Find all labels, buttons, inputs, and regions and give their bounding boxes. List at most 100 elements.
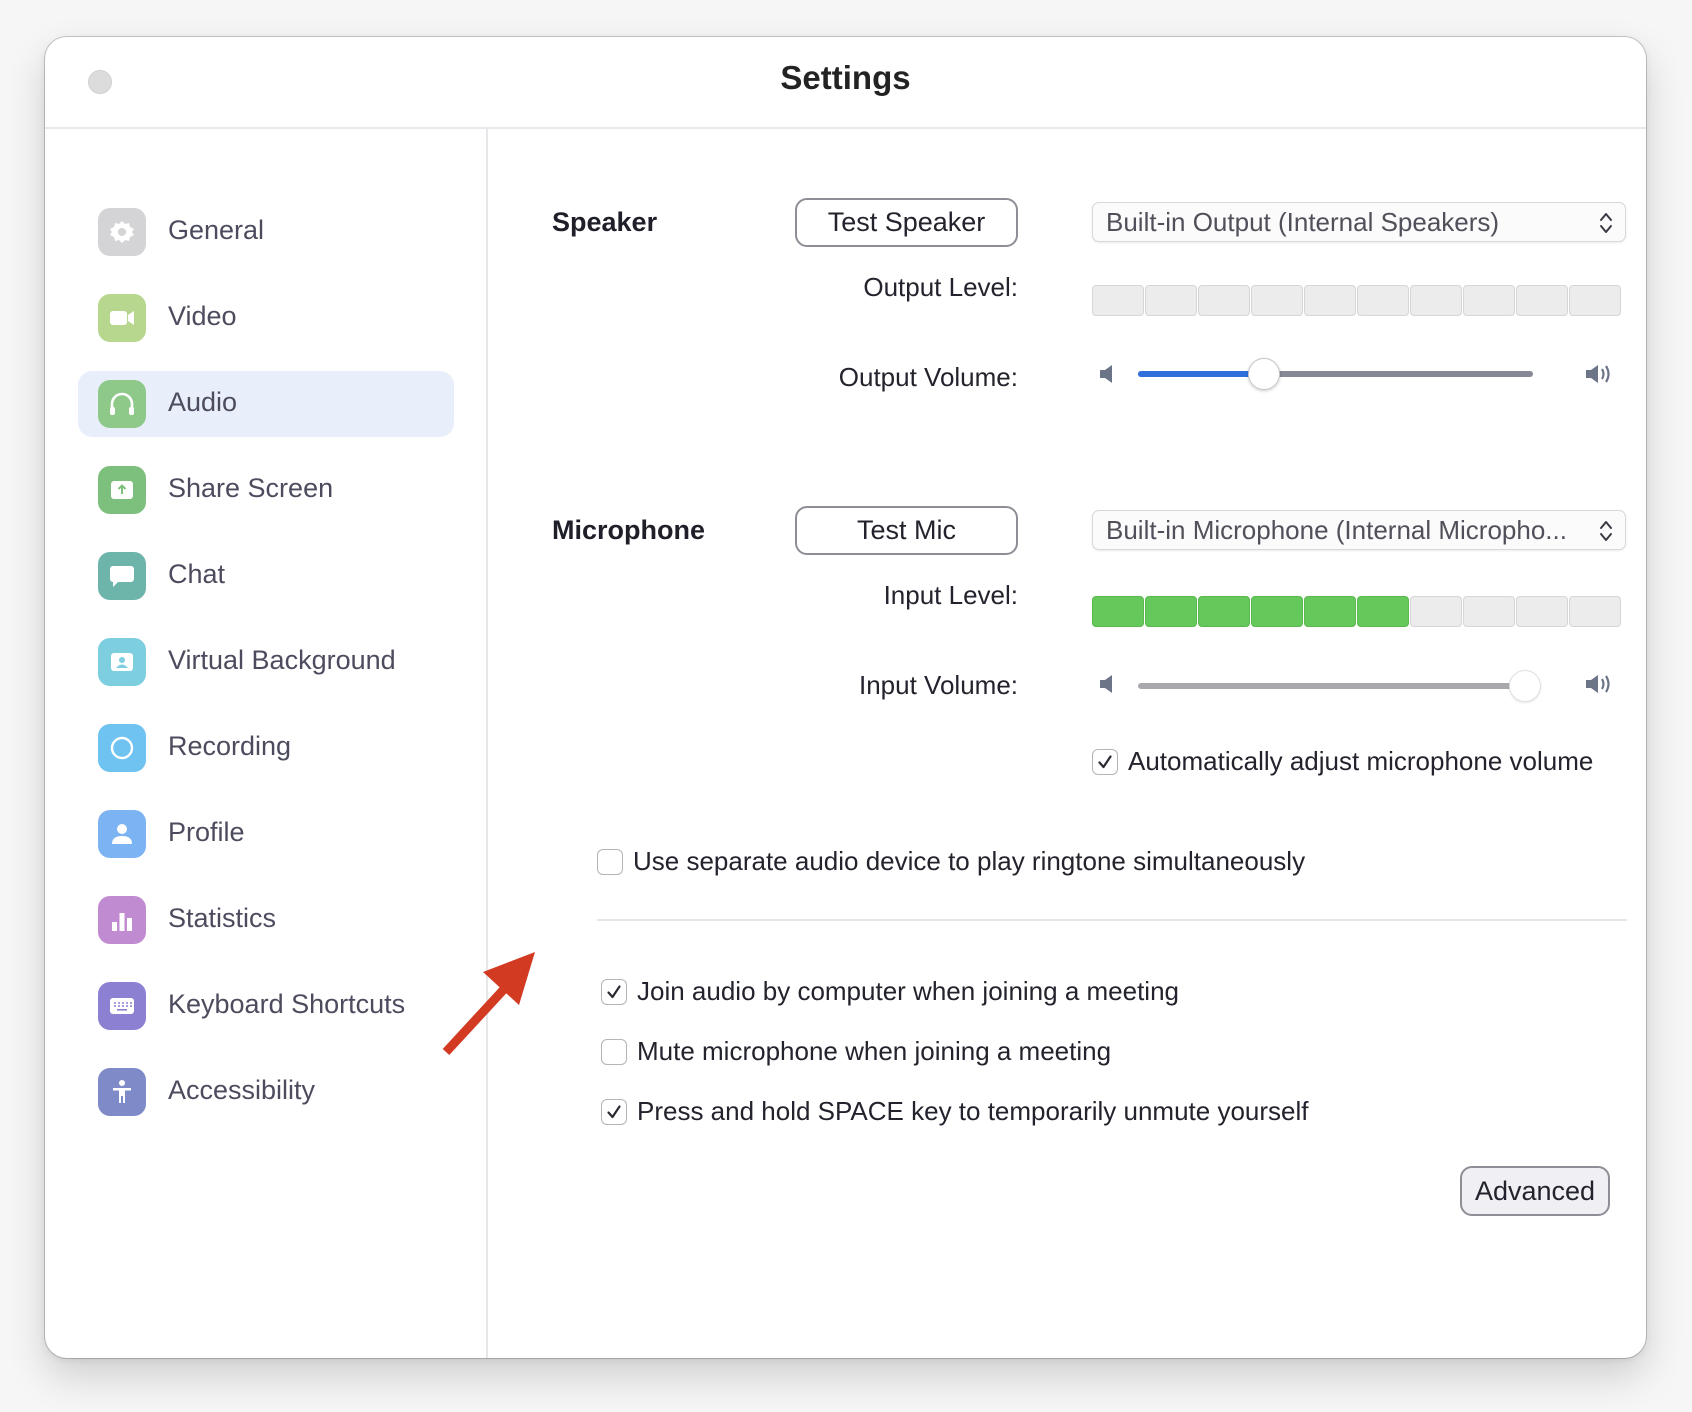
output-level-meter: [1092, 285, 1621, 316]
sidebar-item-label: General: [168, 215, 265, 245]
level-segment: [1357, 596, 1409, 627]
level-segment: [1304, 596, 1356, 627]
separate-ringtone-checkbox[interactable]: [597, 848, 623, 875]
select-chevrons-icon: [1600, 521, 1612, 541]
level-segment: [1410, 596, 1462, 627]
volume-low-icon: [1100, 365, 1112, 383]
join-audio-label: Join audio by computer when joining a me…: [637, 976, 1180, 1006]
sidebar-item-statistics[interactable]: Statistics: [78, 887, 454, 953]
level-segment: [1357, 285, 1409, 316]
microphone-device-select[interactable]: Built-in Microphone (Internal Micropho..…: [1092, 510, 1626, 550]
select-chevrons-icon: [1600, 213, 1612, 233]
level-segment: [1251, 285, 1303, 316]
input-level-label: Input Level:: [883, 580, 1018, 610]
sidebar-item-virtual-background[interactable]: Virtual Background: [78, 629, 454, 695]
sidebar-item-keyboard-shortcuts[interactable]: Keyboard Shortcuts: [78, 973, 454, 1039]
space-unmute-option[interactable]: Press and hold SPACE key to temporarily …: [601, 1096, 1309, 1127]
gear-icon: [98, 208, 146, 256]
settings-window: Settings General Video Audio Share Screen Ch…: [45, 37, 1646, 1358]
sidebar-item-general[interactable]: General: [78, 199, 454, 265]
level-segment: [1251, 596, 1303, 627]
level-segment: [1410, 285, 1462, 316]
microphone-section-label: Microphone: [552, 515, 705, 545]
speaker-section-label: Speaker: [552, 207, 658, 237]
title-bar: Settings: [45, 37, 1646, 129]
share-screen-icon: [98, 466, 146, 514]
auto-adjust-mic-option[interactable]: Automatically adjust microphone volume: [1092, 746, 1593, 777]
level-segment: [1463, 596, 1515, 627]
level-segment: [1569, 285, 1621, 316]
slider-thumb[interactable]: [1248, 358, 1281, 390]
slider-fill: [1138, 371, 1265, 377]
checkmark-icon: [607, 984, 621, 998]
sidebar-item-video[interactable]: Video: [78, 285, 454, 351]
input-volume-label: Input Volume:: [859, 670, 1018, 700]
speaker-device-value: Built-in Output (Internal Speakers): [1106, 206, 1500, 237]
slider-thumb[interactable]: [1509, 670, 1542, 702]
sidebar-item-label: Share Screen: [168, 473, 334, 503]
level-segment: [1516, 285, 1568, 316]
sidebar-item-label: Video: [168, 301, 237, 331]
input-level-meter: [1092, 596, 1621, 627]
window-title: Settings: [780, 59, 911, 96]
input-volume-slider[interactable]: [1138, 669, 1542, 703]
auto-adjust-mic-label: Automatically adjust microphone volume: [1128, 746, 1594, 776]
sidebar-item-label: Keyboard Shortcuts: [168, 989, 406, 1019]
slider-track: [1138, 683, 1533, 689]
level-segment: [1516, 596, 1568, 627]
level-segment: [1304, 285, 1356, 316]
volume-low-icon: [1100, 675, 1112, 693]
separate-ringtone-option[interactable]: Use separate audio device to play ringto…: [597, 846, 1305, 877]
level-segment: [1092, 285, 1144, 316]
checkmark-icon: [1098, 754, 1112, 768]
volume-high-icon: [1586, 365, 1610, 383]
sidebar-item-label: Accessibility: [168, 1075, 316, 1105]
volume-high-icon: [1586, 675, 1610, 693]
record-icon: [98, 724, 146, 772]
sidebar-item-label: Audio: [168, 387, 238, 417]
space-unmute-label: Press and hold SPACE key to temporarily …: [637, 1096, 1309, 1126]
auto-adjust-mic-checkbox[interactable]: [1092, 748, 1118, 775]
sidebar-item-profile[interactable]: Profile: [78, 801, 454, 867]
mute-on-join-option[interactable]: Mute microphone when joining a meeting: [601, 1036, 1111, 1067]
level-segment: [1198, 285, 1250, 316]
output-volume-slider[interactable]: [1138, 357, 1533, 391]
sidebar-item-label: Profile: [168, 817, 245, 847]
speaker-device-select[interactable]: Built-in Output (Internal Speakers): [1092, 202, 1626, 242]
level-segment: [1145, 596, 1197, 627]
output-volume-label: Output Volume:: [838, 362, 1018, 392]
sidebar-item-recording[interactable]: Recording: [78, 715, 454, 781]
sidebar: General Video Audio Share Screen Chat Virtual…: [45, 129, 488, 1358]
level-segment: [1463, 285, 1515, 316]
join-audio-checkbox[interactable]: [601, 978, 627, 1005]
separate-ringtone-label: Use separate audio device to play ringto…: [633, 846, 1306, 876]
profile-icon: [98, 810, 146, 858]
keyboard-icon: [98, 982, 146, 1030]
sidebar-item-label: Statistics: [168, 903, 277, 933]
space-unmute-checkbox[interactable]: [601, 1098, 627, 1125]
level-segment: [1092, 596, 1144, 627]
sidebar-item-chat[interactable]: Chat: [78, 543, 454, 609]
headphones-icon: [98, 380, 146, 428]
join-audio-option[interactable]: Join audio by computer when joining a me…: [601, 976, 1179, 1007]
test-mic-button[interactable]: Test Mic: [795, 506, 1018, 555]
mute-on-join-label: Mute microphone when joining a meeting: [637, 1036, 1112, 1066]
sidebar-item-audio[interactable]: Audio: [78, 371, 454, 437]
sidebar-item-share-screen[interactable]: Share Screen: [78, 457, 454, 523]
checkmark-icon: [607, 1104, 621, 1118]
sidebar-item-label: Recording: [168, 731, 292, 761]
microphone-device-value: Built-in Microphone (Internal Micropho..…: [1106, 514, 1567, 545]
video-camera-icon: [98, 294, 146, 342]
sidebar-item-accessibility[interactable]: Accessibility: [78, 1059, 454, 1125]
bar-chart-icon: [98, 896, 146, 944]
chat-bubble-icon: [98, 552, 146, 600]
mute-on-join-checkbox[interactable]: [601, 1038, 627, 1065]
sidebar-item-label: Chat: [168, 559, 226, 589]
level-segment: [1198, 596, 1250, 627]
accessibility-icon: [98, 1068, 146, 1116]
test-speaker-button[interactable]: Test Speaker: [795, 198, 1018, 247]
sidebar-item-label: Virtual Background: [168, 645, 396, 675]
section-divider: [597, 919, 1627, 921]
audio-settings-panel: Speaker Test Speaker Built-in Output (In…: [488, 129, 1646, 1358]
advanced-button[interactable]: Advanced: [1460, 1166, 1610, 1216]
